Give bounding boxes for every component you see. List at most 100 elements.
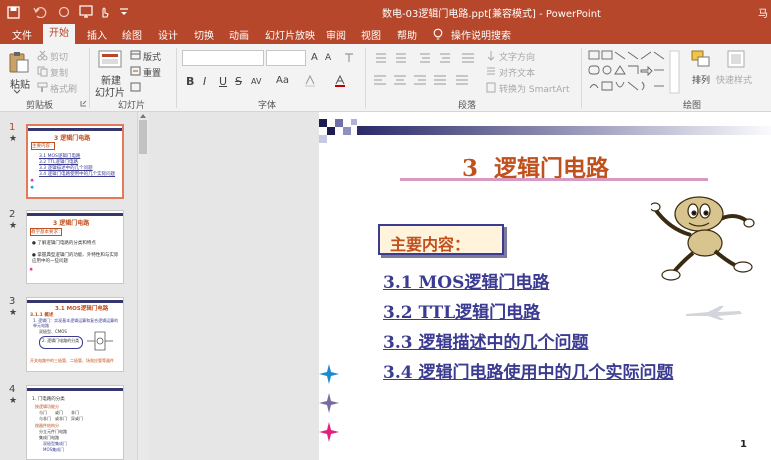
- thumbnail-number: 2: [9, 209, 16, 220]
- animation-star-icon: ★: [9, 308, 18, 318]
- underline-button[interactable]: U: [219, 75, 227, 88]
- circuit-diagram-icon: [87, 331, 113, 351]
- tab-review[interactable]: 审阅: [326, 27, 346, 42]
- animation-star-icon: ★: [9, 221, 18, 231]
- new-slide-icon[interactable]: [98, 50, 122, 70]
- agenda-link-3-4[interactable]: 3.4 逻辑门电路使用中的几个实际问题: [383, 358, 674, 383]
- slide-thumbnail-3[interactable]: 3.1 MOS逻辑门电路 3.1.1 概述 1. 逻辑门：实现基本逻辑运算和复合…: [26, 297, 124, 372]
- bold-button[interactable]: B: [186, 75, 194, 88]
- agenda-link-3-2[interactable]: 3.2 TTL逻辑门电路: [383, 298, 540, 323]
- font-size-combo[interactable]: [266, 50, 306, 66]
- editor-background: [149, 112, 319, 460]
- reset-button[interactable]: 重置: [143, 66, 161, 79]
- paste-icon[interactable]: [8, 50, 30, 74]
- slide-thumbnail-pane: 1 ★ 3 逻辑门电路 主要内容： 3.1 MOS逻辑门电路 3.2 TTL逻辑…: [0, 112, 137, 460]
- font-name-combo[interactable]: [182, 50, 264, 66]
- slide-canvas[interactable]: 3 逻辑门电路 主要内容： 3.1 MOS逻辑门电路 3.2 TTL逻辑门电路 …: [319, 119, 771, 460]
- tab-file[interactable]: 文件: [12, 27, 32, 42]
- font-color-icon[interactable]: [333, 74, 347, 88]
- highlight-color-icon[interactable]: [303, 74, 317, 88]
- scrollbar-thumb[interactable]: [139, 120, 147, 154]
- slide-thumbnail-4[interactable]: 1. 门电路的分类 按逻辑功能分 与门 或门 非门 与非门 或非门 异或门 按器…: [26, 385, 124, 460]
- smartart-icon[interactable]: [486, 82, 496, 93]
- text-direction-button[interactable]: 文字方向: [499, 50, 535, 63]
- increase-font-size-icon[interactable]: A: [311, 52, 318, 63]
- tab-design[interactable]: 设计: [158, 27, 178, 42]
- paragraph-group-label: 段落: [458, 101, 477, 111]
- slide-thumbnail-1[interactable]: 3 逻辑门电路 主要内容： 3.1 MOS逻辑门电路 3.2 TTL逻辑门电路 …: [26, 124, 124, 199]
- tab-animations[interactable]: 动画: [229, 27, 249, 42]
- new-slide-button[interactable]: 幻灯片: [95, 84, 125, 99]
- group-separator: [365, 48, 366, 108]
- subtitle-text: 主要内容：: [390, 235, 471, 254]
- tell-me-search[interactable]: 操作说明搜索: [451, 27, 511, 42]
- ribbon-tab-bar: 文件 插入 绘图 设计 切换 动画 幻灯片放映 审阅 视图 帮助 操作说明搜索: [0, 24, 771, 44]
- tab-view[interactable]: 视图: [361, 27, 381, 42]
- format-painter-icon[interactable]: [37, 82, 48, 93]
- thumbnail-number: 1: [9, 122, 16, 133]
- group-separator: [581, 48, 582, 108]
- ribbon: 粘贴 剪切 复制 格式刷 剪贴板 新建 幻灯片 版式 重置 幻灯片 A A B …: [0, 44, 771, 112]
- align-buttons-icon[interactable]: [372, 74, 478, 86]
- tab-draw[interactable]: 绘图: [122, 27, 142, 42]
- slide-thumbnail-2[interactable]: 3 逻辑门电路 教学基本要求： ● 了解逻辑门电路的分类和特点 ● 掌握典型逻辑…: [26, 210, 124, 284]
- group-separator: [89, 48, 90, 108]
- reset-icon[interactable]: [130, 66, 141, 76]
- tab-home[interactable]: 开始: [43, 24, 75, 44]
- page-number: 1: [740, 439, 747, 450]
- change-case-button[interactable]: Aa: [276, 75, 289, 86]
- thumbnail-scrollbar[interactable]: [137, 112, 149, 460]
- user-avatar[interactable]: 马: [758, 5, 768, 20]
- cartoon-character-image: [651, 196, 755, 281]
- strikethrough-button[interactable]: S: [235, 75, 242, 88]
- font-group-label: 字体: [258, 101, 277, 111]
- copy-button[interactable]: 复制: [50, 66, 68, 79]
- scroll-up-icon[interactable]: [139, 113, 147, 119]
- tab-transitions[interactable]: 切换: [194, 27, 214, 42]
- window-title: 数电-03逻辑门电路.ppt[兼容模式] - PowerPoint: [382, 9, 601, 20]
- char-spacing-button[interactable]: AV: [251, 77, 261, 86]
- quick-styles-button[interactable]: 快速样式: [716, 73, 752, 86]
- shapes-gallery-icon[interactable]: [588, 50, 680, 94]
- subtitle-box[interactable]: 主要内容：: [378, 224, 504, 255]
- cut-icon[interactable]: [37, 50, 48, 61]
- thumbnail-number: 3: [9, 296, 16, 307]
- redo-icon[interactable]: [58, 6, 70, 18]
- airplane-icon: [686, 306, 742, 320]
- cut-button[interactable]: 剪切: [50, 50, 68, 63]
- tab-slideshow[interactable]: 幻灯片放映: [265, 27, 315, 42]
- undo-icon[interactable]: [33, 6, 47, 18]
- quick-styles-icon[interactable]: [727, 50, 745, 68]
- star-burst-icon: [319, 393, 339, 413]
- agenda-link-3-3[interactable]: 3.3 逻辑描述中的几个问题: [383, 328, 589, 353]
- arrange-icon[interactable]: [691, 50, 711, 68]
- animation-star-icon: ★: [9, 134, 18, 144]
- text-direction-icon[interactable]: [486, 50, 496, 61]
- layout-button[interactable]: 版式: [143, 50, 161, 63]
- align-text-button[interactable]: 对齐文本: [499, 66, 535, 79]
- tab-help[interactable]: 帮助: [397, 27, 417, 42]
- thumbnail-number: 4: [9, 384, 16, 395]
- chevron-down-icon[interactable]: [13, 89, 21, 95]
- arrange-button[interactable]: 排列: [692, 73, 710, 86]
- star-burst-icon: [319, 422, 339, 442]
- present-from-start-icon[interactable]: [79, 5, 93, 19]
- dialog-launcher-icon[interactable]: [80, 100, 87, 107]
- section-icon[interactable]: [130, 82, 141, 92]
- italic-button[interactable]: I: [203, 75, 206, 88]
- list-buttons-icon[interactable]: [372, 52, 478, 64]
- customize-qat-icon[interactable]: [118, 6, 130, 18]
- layout-icon[interactable]: [130, 50, 141, 60]
- clear-formatting-icon[interactable]: [343, 52, 355, 64]
- align-text-icon[interactable]: [486, 66, 496, 77]
- tab-insert[interactable]: 插入: [87, 27, 107, 42]
- format-painter-button[interactable]: 格式刷: [50, 82, 77, 95]
- copy-icon[interactable]: [37, 66, 48, 77]
- convert-smartart-button[interactable]: 转换为 SmartArt: [499, 82, 569, 95]
- slides-group-label: 幻灯片: [118, 101, 146, 111]
- touch-mode-icon[interactable]: [98, 6, 110, 18]
- animation-star-icon: ★: [9, 396, 18, 406]
- agenda-link-3-1[interactable]: 3.1 MOS逻辑门电路: [383, 268, 549, 293]
- save-icon[interactable]: [7, 6, 20, 19]
- decrease-font-size-icon[interactable]: A: [325, 53, 331, 63]
